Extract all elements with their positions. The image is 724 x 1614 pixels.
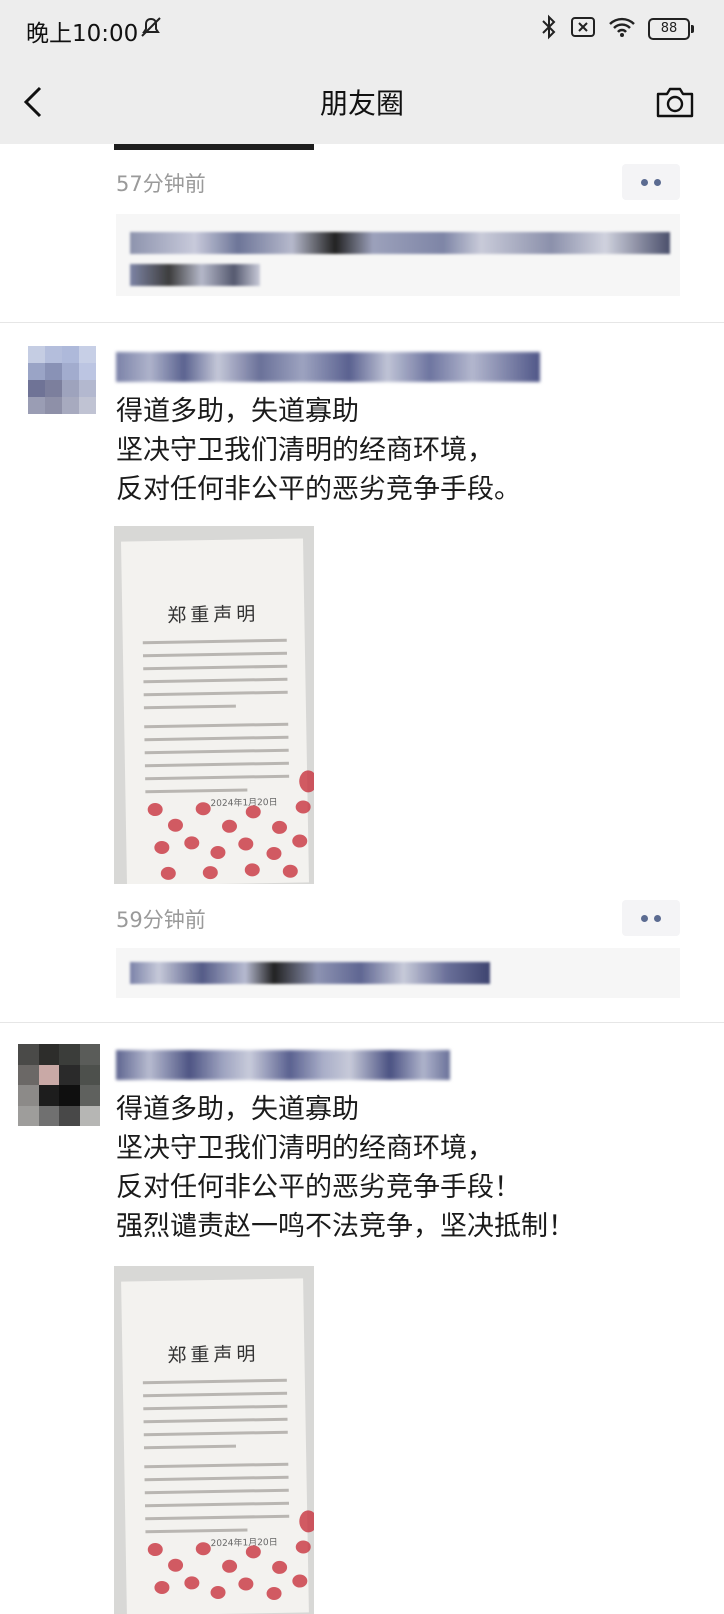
status-bar: 晚上10:00 88 <box>0 0 724 60</box>
blurred-comment <box>130 232 670 254</box>
statement-paper: 郑重声明 2024年1月20日 <box>121 1278 314 1614</box>
status-time: 晚上10:00 <box>26 21 139 47</box>
bluetooth-icon <box>540 14 558 44</box>
avatar[interactable] <box>18 1044 100 1126</box>
post-text: 得道多助，失道寡助 坚决守卫我们清明的经商环境， 反对任何非公平的恶劣竞争手段。 <box>116 396 521 505</box>
nav-bar: 朋友圈 <box>0 60 724 144</box>
nickname[interactable] <box>116 352 540 382</box>
post-divider <box>0 1022 724 1023</box>
page-title: 朋友圈 <box>319 87 404 120</box>
statement-title: 郑重声明 <box>167 603 260 627</box>
statement-date: 2024年1月20日 <box>210 797 278 810</box>
post-time: 57分钟前 <box>116 172 206 196</box>
fingerprints <box>121 538 314 880</box>
post-image[interactable]: 郑重声明 2024年1月20日 <box>114 526 314 884</box>
battery-icon: 88 <box>648 18 694 40</box>
sim-off-icon <box>570 16 596 42</box>
comments-box <box>116 948 680 998</box>
statement-title: 郑重声明 <box>167 1343 260 1367</box>
post-time: 59分钟前 <box>116 908 206 932</box>
more-actions-button[interactable] <box>622 164 680 200</box>
mute-icon <box>138 14 164 44</box>
avatar[interactable] <box>28 346 96 414</box>
status-icons: 88 <box>540 14 694 44</box>
blurred-comment <box>130 264 260 286</box>
fingerprints <box>121 1278 314 1601</box>
more-actions-button[interactable] <box>622 900 680 936</box>
statement-date: 2024年1月20日 <box>210 1537 278 1550</box>
blurred-comment <box>130 962 490 984</box>
post-image[interactable]: 郑重声明 2024年1月20日 <box>114 1266 314 1614</box>
comments-box <box>116 214 680 296</box>
previous-post-image-edge <box>114 144 314 150</box>
statement-paper: 郑重声明 2024年1月20日 <box>121 538 314 884</box>
wifi-icon <box>608 16 636 42</box>
post-text: 得道多助，失道寡助 坚决守卫我们清明的经商环境， 反对任何非公平的恶劣竞争手段！… <box>116 1094 575 1242</box>
nickname[interactable] <box>116 1050 450 1080</box>
post-divider <box>0 322 724 323</box>
camera-icon[interactable] <box>654 82 696 122</box>
